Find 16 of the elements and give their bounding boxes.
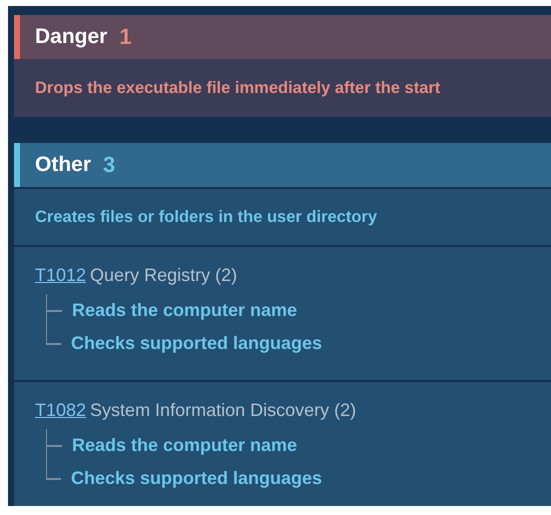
behavior-description: Checks supported languages: [71, 332, 322, 355]
behavior-description: Checks supported languages: [71, 467, 322, 490]
behavior-description: Drops the executable file immediately after the start: [35, 78, 440, 98]
tree-line: [46, 429, 62, 462]
behavior-description: Reads the computer name: [72, 299, 298, 322]
section-title: Danger: [35, 25, 108, 49]
section-count: 1: [119, 24, 132, 50]
section-title: Other: [35, 153, 92, 177]
technique-name: Query Registry (2): [90, 265, 238, 285]
technique-name: System Information Discovery (2): [90, 400, 356, 420]
behavior-description: Reads the computer name: [72, 434, 298, 457]
behavior-description: Creates files or folders in the user directory: [35, 208, 378, 226]
tree-line: [46, 294, 62, 327]
technique-link[interactable]: T1012: [35, 265, 86, 285]
section-count: 3: [103, 152, 116, 178]
technique-link[interactable]: T1082: [35, 400, 86, 420]
